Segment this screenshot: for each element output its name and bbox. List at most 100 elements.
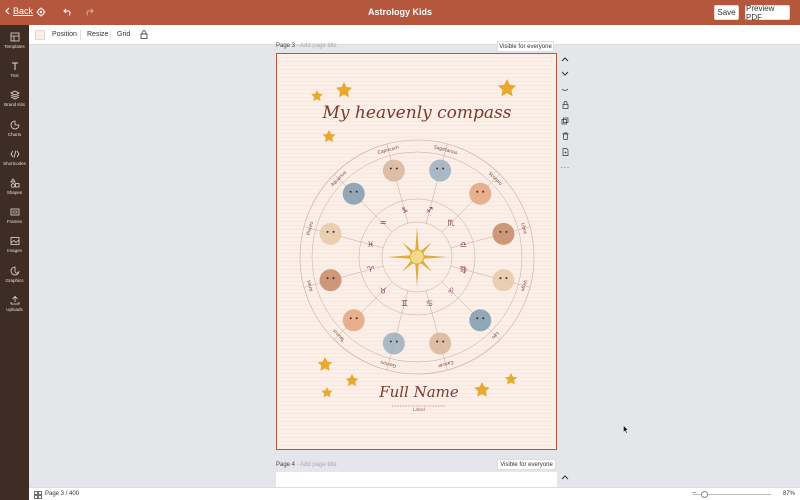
- visibility-button[interactable]: Visible for everyone: [497, 41, 554, 52]
- frames-icon: [10, 208, 19, 216]
- creature-eye: [355, 317, 358, 320]
- add-page-button[interactable]: [560, 147, 570, 157]
- brand-kits-icon: [9, 90, 20, 100]
- creature-eye: [349, 317, 352, 320]
- zodiac-creature-illustration: [492, 222, 515, 245]
- creature-eye: [436, 340, 439, 343]
- sidebar-item-shapes[interactable]: Shapes: [0, 177, 29, 201]
- page-number: Page 3: [276, 43, 296, 49]
- gear-icon: [36, 7, 46, 17]
- save-button[interactable]: Save: [714, 5, 739, 20]
- sidebar-item-label: Charts: [7, 132, 22, 137]
- zodiac-creature-illustration: [492, 269, 515, 292]
- astrology-design: My heavenly compass Capricorn♑Sagittariu…: [277, 54, 556, 449]
- resize-button[interactable]: Resize: [87, 31, 108, 38]
- sidebar-item-label: Shapes: [6, 190, 23, 195]
- zodiac-glyph: ♓: [367, 240, 374, 249]
- collapse-page-button[interactable]: [560, 85, 570, 95]
- trash-icon: [562, 132, 568, 140]
- zodiac-glyph: ♉: [379, 286, 386, 295]
- chevron-down-icon: [561, 71, 569, 76]
- zoom-slider-thumb[interactable]: [701, 491, 708, 498]
- creature-eye: [389, 340, 392, 343]
- zodiac-creature-illustration: [342, 309, 365, 332]
- redo-button[interactable]: [82, 5, 96, 19]
- creature-eye: [442, 340, 445, 343]
- zodiac-creature-illustration: [429, 159, 452, 182]
- page-add-icon: [562, 148, 568, 156]
- templates-icon: [10, 32, 19, 42]
- creature-eye: [332, 230, 335, 233]
- sidebar-item-images[interactable]: Images: [0, 235, 29, 259]
- undo-button[interactable]: [61, 5, 75, 19]
- code-icon: [10, 150, 19, 158]
- creature-eye: [395, 167, 398, 170]
- element-toolbar: Position Resize Grid: [29, 25, 800, 45]
- zodiac-glyph: ♑: [401, 206, 408, 215]
- undo-icon: [63, 8, 71, 16]
- sidebar-item-label: Templates: [4, 44, 25, 49]
- text-icon: [11, 62, 18, 70]
- duplicate-page-button[interactable]: [560, 116, 570, 126]
- page-label: Page 3 - Add page title: [276, 43, 337, 49]
- sidebar-item-text[interactable]: Text: [0, 60, 29, 84]
- sidebar-item-brand-kits[interactable]: Brand Kits: [0, 89, 29, 113]
- divider: [80, 30, 81, 40]
- sidebar-item-templates[interactable]: Templates: [0, 31, 29, 55]
- back-label: Back: [13, 6, 34, 16]
- visibility-button[interactable]: Visible for everyone: [497, 459, 556, 470]
- move-page-down-button[interactable]: [560, 69, 570, 79]
- page-4-preview[interactable]: [276, 472, 557, 487]
- position-button[interactable]: Position: [52, 31, 77, 38]
- back-button[interactable]: Back: [4, 6, 33, 16]
- charts-icon: [10, 120, 19, 130]
- more-icon: [561, 166, 569, 168]
- sidebar-item-label: Uploads: [6, 307, 23, 312]
- sidebar-item-label: Shortcodes: [3, 161, 26, 166]
- sidebar-item-label: Brand Kits: [4, 102, 25, 107]
- creature-eye: [505, 277, 508, 280]
- grid-button[interactable]: Grid: [117, 31, 130, 38]
- lock-page-button[interactable]: [560, 100, 570, 110]
- creature-eye: [476, 190, 479, 193]
- sidebar-item-label: Graphics: [5, 278, 24, 283]
- zodiac-glyph: ♊: [401, 299, 408, 308]
- preview-pdf-button[interactable]: Preview PDF: [745, 4, 790, 22]
- move-page-up-button[interactable]: [560, 54, 570, 64]
- redo-icon: [86, 8, 94, 16]
- design-page[interactable]: My heavenly compass Capricorn ♑ Sagittariu…: [276, 53, 557, 450]
- label-text[interactable]: Label: [413, 407, 425, 413]
- creature-eye: [332, 277, 335, 280]
- zodiac-glyph: ♒: [379, 219, 386, 228]
- sidebar-item-frames[interactable]: Frames: [0, 206, 29, 230]
- lock-button[interactable]: [140, 30, 148, 42]
- sidebar-item-graphics[interactable]: Graphics: [0, 265, 29, 289]
- zodiac-creature-illustration: [382, 159, 405, 182]
- design-heading[interactable]: My heavenly compass: [322, 103, 512, 123]
- add-page-title-link[interactable]: - Add page title: [297, 43, 337, 49]
- color-swatch[interactable]: [35, 30, 45, 40]
- creature-eye: [349, 190, 352, 193]
- sidebar-item-shortcodes[interactable]: Shortcodes: [0, 148, 29, 172]
- chevron-up-icon: [561, 475, 569, 480]
- creature-eye: [476, 317, 479, 320]
- collapse-icon: [561, 88, 569, 91]
- image-icon: [10, 237, 19, 245]
- chevron-left-icon: [5, 7, 10, 15]
- delete-page-button[interactable]: [560, 131, 570, 141]
- sidebar-item-charts[interactable]: Charts: [0, 119, 29, 143]
- zodiac-creature-illustration: [319, 269, 342, 292]
- add-page-title-link[interactable]: - Add page title: [297, 462, 337, 468]
- settings-button[interactable]: [34, 5, 48, 19]
- sidebar-item-uploads[interactable]: Uploads: [0, 294, 29, 318]
- full-name-text[interactable]: Full Name: [378, 383, 459, 401]
- zodiac-glyph: ♐: [426, 206, 433, 215]
- more-options-button[interactable]: [560, 162, 570, 172]
- creature-eye: [326, 230, 329, 233]
- zodiac-glyph: ♌: [447, 286, 454, 295]
- left-sidebar: Templates Text Brand Kits Charts Shortco…: [0, 25, 29, 500]
- page-grid-button[interactable]: [34, 490, 42, 500]
- sidebar-item-label: Images: [7, 248, 22, 253]
- page4-move-up-button[interactable]: [560, 472, 570, 482]
- page-number: Page 4: [276, 462, 296, 468]
